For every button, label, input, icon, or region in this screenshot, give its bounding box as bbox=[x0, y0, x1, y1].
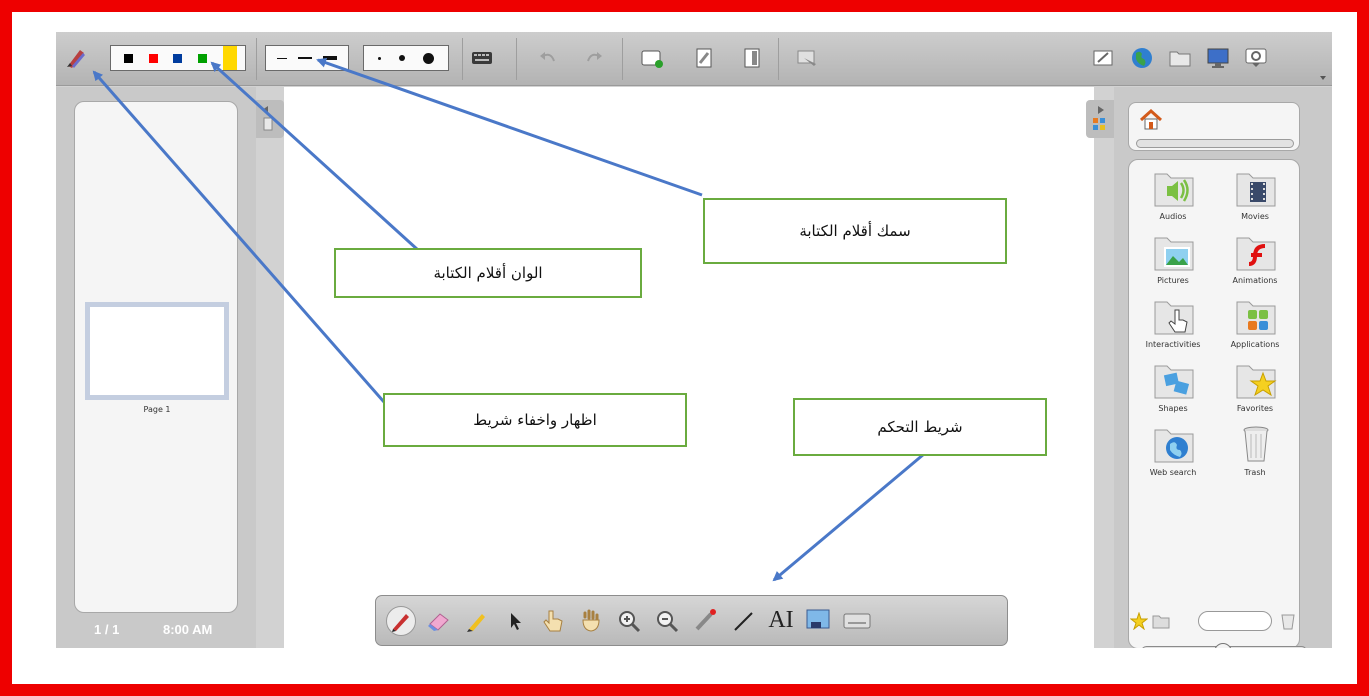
library-item-shapes[interactable]: Shapes bbox=[1133, 360, 1213, 422]
zoom-in-tool-icon[interactable] bbox=[614, 606, 644, 636]
apps-folder-icon bbox=[1235, 296, 1277, 336]
library-item-movies[interactable]: Movies bbox=[1215, 168, 1295, 230]
callout-show-hide-bar: اظهار واخفاء شريط bbox=[383, 393, 687, 447]
color-swatch-green[interactable] bbox=[198, 53, 208, 63]
shapes-folder-icon bbox=[1153, 360, 1195, 400]
keyboard-icon[interactable] bbox=[470, 46, 494, 70]
pen-thickness-dots bbox=[363, 45, 449, 71]
slider-knob[interactable] bbox=[1214, 643, 1232, 648]
eraser-tool-icon[interactable] bbox=[424, 606, 454, 636]
settings-icon[interactable] bbox=[1244, 46, 1268, 70]
whiteboard-app-window: Page 1 1 / 1 8:00 AM Audios Movies Pictu… bbox=[56, 32, 1332, 648]
library-zoom-slider[interactable] bbox=[1141, 643, 1307, 648]
control-bar: AI bbox=[375, 595, 1008, 646]
whiteboard-canvas[interactable] bbox=[284, 87, 1094, 648]
page-next-icon[interactable] bbox=[740, 46, 764, 70]
callout-pen-colors: الوان أقلام الكتابة bbox=[334, 248, 642, 298]
undo-icon[interactable] bbox=[536, 46, 560, 70]
page-prev-icon[interactable] bbox=[692, 46, 716, 70]
library-item-pictures[interactable]: Pictures bbox=[1133, 232, 1213, 294]
trash-icon bbox=[1235, 424, 1277, 464]
breadcrumb-scrollbar[interactable] bbox=[1136, 139, 1294, 148]
library-footer bbox=[1128, 607, 1300, 635]
pen-thickness-lines bbox=[265, 45, 349, 71]
left-panel-toggle[interactable] bbox=[256, 100, 284, 138]
pages-panel: Page 1 1 / 1 8:00 AM bbox=[56, 87, 256, 648]
pen-tool-icon[interactable] bbox=[386, 605, 416, 636]
text-tool-glyph: AI bbox=[768, 607, 794, 633]
library-item-trash[interactable]: Trash bbox=[1215, 424, 1295, 486]
home-icon[interactable] bbox=[1139, 108, 1163, 135]
right-panel-toggle[interactable] bbox=[1086, 100, 1114, 138]
clock: 8:00 AM bbox=[163, 622, 213, 637]
movie-folder-icon bbox=[1235, 168, 1277, 208]
zoom-out-tool-icon[interactable] bbox=[652, 606, 682, 636]
color-swatch-black[interactable] bbox=[123, 53, 133, 63]
hand-pointer-tool-icon[interactable] bbox=[538, 606, 568, 636]
dot-medium[interactable] bbox=[399, 55, 405, 61]
library-item-animations[interactable]: Animations bbox=[1215, 232, 1295, 294]
globe-icon[interactable] bbox=[1130, 46, 1154, 70]
callout-control-bar: شريط التحكم bbox=[793, 398, 1047, 456]
screen-capture-icon[interactable] bbox=[796, 46, 820, 70]
monitor-icon[interactable] bbox=[1206, 46, 1230, 70]
audio-folder-icon bbox=[1153, 168, 1195, 208]
favorite-star-icon[interactable] bbox=[1129, 611, 1149, 634]
favorites-folder-icon bbox=[1235, 360, 1277, 400]
folder-icon[interactable] bbox=[1168, 46, 1192, 70]
virtual-keyboard-tool-icon[interactable] bbox=[842, 606, 872, 636]
pictures-folder-icon bbox=[1153, 232, 1195, 272]
thickness-thin[interactable] bbox=[276, 57, 287, 59]
pointer-tool-icon[interactable] bbox=[500, 606, 530, 636]
color-swatch-blue[interactable] bbox=[173, 53, 183, 63]
new-page-icon[interactable] bbox=[640, 46, 664, 70]
dot-small[interactable] bbox=[378, 56, 381, 60]
library-grid: Audios Movies Pictures Animations Intera… bbox=[1128, 159, 1307, 648]
thickness-medium[interactable] bbox=[297, 57, 312, 59]
library-item-favorites[interactable]: Favorites bbox=[1215, 360, 1295, 422]
top-toolbar bbox=[56, 32, 1332, 86]
callout-show-hide-bar-text: اظهار واخفاء شريط bbox=[473, 411, 597, 429]
library-item-interactivities[interactable]: Interactivities bbox=[1133, 296, 1213, 358]
library-item-web-search[interactable]: Web search bbox=[1133, 424, 1213, 486]
interactive-folder-icon bbox=[1153, 296, 1195, 336]
color-swatch-red[interactable] bbox=[148, 53, 158, 63]
web-search-icon bbox=[1153, 424, 1195, 464]
page-thumbnail-label: Page 1 bbox=[143, 405, 171, 414]
eraser-board-icon[interactable] bbox=[1092, 46, 1116, 70]
library-panel: Audios Movies Pictures Animations Intera… bbox=[1114, 87, 1332, 648]
pan-hand-tool-icon[interactable] bbox=[576, 606, 606, 636]
pen-toggle-icon[interactable] bbox=[64, 46, 88, 70]
library-breadcrumb bbox=[1128, 102, 1300, 151]
color-swatch-yellow[interactable] bbox=[223, 46, 238, 70]
line-tool-icon[interactable] bbox=[728, 606, 758, 636]
highlighter-tool-icon[interactable] bbox=[462, 606, 492, 636]
callout-pen-colors-text: الوان أقلام الكتابة bbox=[433, 264, 543, 282]
new-folder-icon[interactable] bbox=[1152, 613, 1170, 633]
callout-pen-thickness-text: سمك أقلام الكتابة bbox=[799, 222, 911, 240]
laser-pointer-tool-icon[interactable] bbox=[690, 606, 720, 636]
thickness-thick[interactable] bbox=[323, 56, 338, 60]
text-tool-icon[interactable]: AI bbox=[766, 606, 796, 636]
redo-icon[interactable] bbox=[582, 46, 606, 70]
page-thumbnail[interactable] bbox=[85, 302, 229, 400]
pen-color-palette bbox=[110, 45, 246, 71]
dot-large[interactable] bbox=[423, 52, 434, 64]
toolbar-overflow-chevron-icon[interactable] bbox=[1320, 76, 1326, 80]
flash-folder-icon bbox=[1235, 232, 1277, 272]
page-list: Page 1 bbox=[74, 101, 238, 613]
library-item-audios[interactable]: Audios bbox=[1133, 168, 1213, 230]
callout-control-bar-text: شريط التحكم bbox=[877, 418, 963, 436]
capture-tool-icon[interactable] bbox=[804, 606, 834, 636]
library-delete-icon[interactable] bbox=[1280, 612, 1296, 634]
callout-pen-thickness: سمك أقلام الكتابة bbox=[703, 198, 1007, 264]
page-counter: 1 / 1 bbox=[94, 622, 120, 637]
library-item-applications[interactable]: Applications bbox=[1215, 296, 1295, 358]
library-search-input[interactable] bbox=[1198, 611, 1272, 631]
